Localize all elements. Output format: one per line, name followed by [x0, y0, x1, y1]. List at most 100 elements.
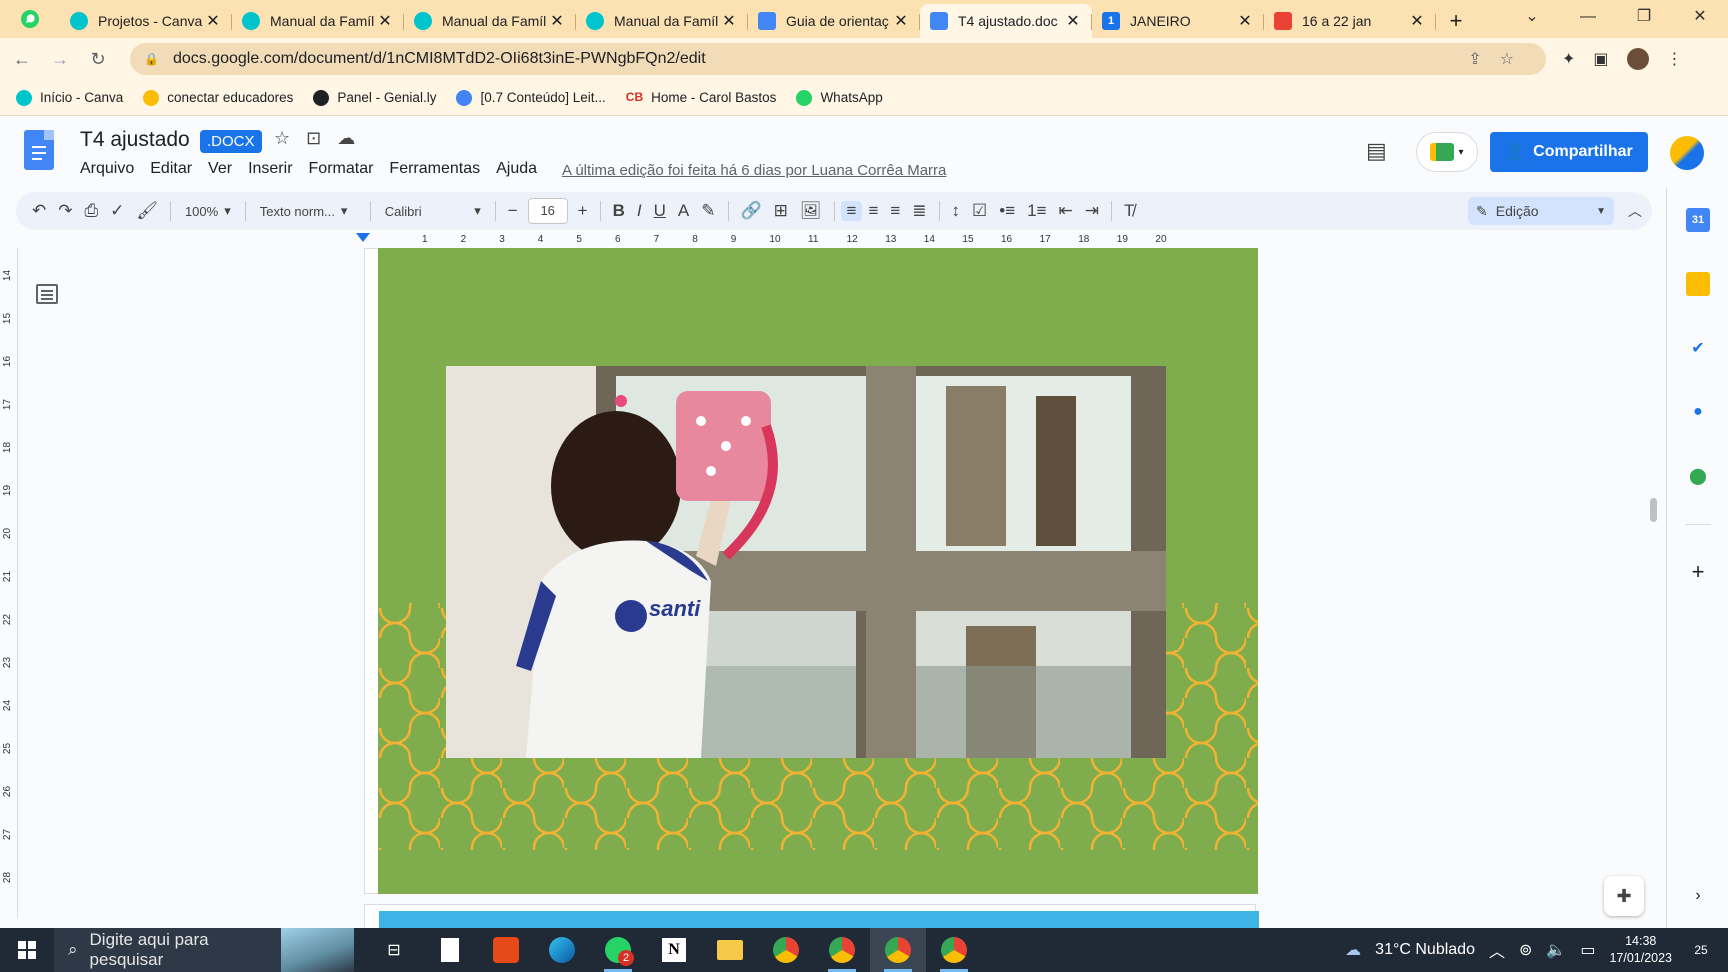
- lock-icon[interactable]: 🔒: [144, 52, 159, 66]
- browser-tab[interactable]: T4 ajustado.doc ✕: [920, 4, 1092, 38]
- paint-format-icon[interactable]: 🖌: [130, 201, 164, 221]
- back-button[interactable]: ←: [6, 43, 38, 75]
- reload-button[interactable]: ↻: [82, 43, 114, 75]
- chrome-icon[interactable]: [758, 928, 814, 972]
- menu-item[interactable]: Editar: [142, 160, 200, 178]
- align-center-icon[interactable]: ≡: [862, 201, 884, 221]
- close-tab-icon[interactable]: ✕: [892, 11, 910, 31]
- menu-item[interactable]: Arquivo: [72, 160, 142, 178]
- align-right-icon[interactable]: ≡: [884, 201, 906, 221]
- comments-icon[interactable]: ▤: [1366, 138, 1387, 164]
- close-tab-icon[interactable]: ✕: [204, 11, 222, 31]
- print-icon[interactable]: ⎙: [79, 201, 105, 221]
- insert-image-icon[interactable]: 🖼: [794, 201, 828, 221]
- share-page-icon[interactable]: ⇪: [1468, 51, 1499, 68]
- bookmark-item[interactable]: Panel - Genial.ly: [313, 89, 436, 106]
- bold-icon[interactable]: B: [607, 201, 631, 221]
- increase-indent-icon[interactable]: ⇥: [1079, 201, 1105, 221]
- cloud-status-icon[interactable]: ☁: [337, 128, 355, 149]
- editing-mode-select[interactable]: ✎ Edição ▼: [1468, 197, 1614, 225]
- office-icon[interactable]: [478, 928, 534, 972]
- bookmark-star-icon[interactable]: ☆: [1500, 51, 1532, 68]
- bulleted-list-icon[interactable]: •≡: [993, 201, 1021, 221]
- italic-icon[interactable]: I: [631, 201, 648, 221]
- minimize-button[interactable]: —: [1560, 0, 1616, 34]
- hide-menus-icon[interactable]: ︿: [1628, 201, 1642, 221]
- font-select[interactable]: Calibri ▾: [377, 203, 489, 219]
- expand-panel-icon[interactable]: ›: [1686, 884, 1710, 908]
- decrease-indent-icon[interactable]: ⇤: [1053, 201, 1079, 221]
- document-outline-icon[interactable]: [36, 284, 58, 304]
- bookmark-item[interactable]: Início - Canva: [16, 89, 123, 106]
- close-window-button[interactable]: ✕: [1672, 0, 1728, 34]
- highlight-icon[interactable]: ✎: [695, 201, 721, 221]
- add-addon-icon[interactable]: +: [1686, 559, 1710, 584]
- font-size-input[interactable]: 16: [527, 198, 568, 224]
- close-tab-icon[interactable]: ✕: [1236, 11, 1254, 31]
- address-bar[interactable]: 🔒 docs.google.com/document/d/1nCMI8MTdD2…: [130, 43, 1546, 75]
- underline-icon[interactable]: U: [648, 201, 672, 221]
- file-explorer-icon[interactable]: [702, 928, 758, 972]
- battery-icon[interactable]: ▭: [1580, 940, 1595, 960]
- docs-logo-icon[interactable]: [24, 130, 54, 170]
- star-icon[interactable]: ☆: [274, 128, 290, 149]
- weather-text[interactable]: 31°C Nublado: [1375, 941, 1475, 959]
- pinned-tab-whatsapp[interactable]: [0, 0, 60, 38]
- clock[interactable]: 14:38 17/01/2023: [1609, 933, 1672, 967]
- spellcheck-icon[interactable]: ✓: [104, 201, 130, 221]
- edge-icon[interactable]: [534, 928, 590, 972]
- volume-icon[interactable]: 🔈: [1546, 940, 1566, 960]
- clear-formatting-icon[interactable]: T̸: [1118, 201, 1140, 221]
- close-tab-icon[interactable]: ✕: [548, 11, 566, 31]
- browser-tab[interactable]: Projetos - Canva ✕: [60, 4, 232, 38]
- browser-tab[interactable]: Guia de orientaç ✕: [748, 4, 920, 38]
- tray-chevron-icon[interactable]: ︿: [1489, 938, 1505, 962]
- menu-item[interactable]: Inserir: [240, 160, 300, 178]
- chrome-profile-icon[interactable]: [814, 928, 870, 972]
- explore-button[interactable]: ✚: [1604, 876, 1644, 916]
- bookmark-item[interactable]: CB Home - Carol Bastos: [626, 90, 777, 106]
- style-select[interactable]: Texto norm... ▾: [252, 203, 364, 219]
- text-color-icon[interactable]: A: [672, 201, 695, 221]
- link-icon[interactable]: 🔗: [735, 201, 768, 221]
- task-view-icon[interactable]: ⊟: [366, 928, 422, 972]
- extensions-icon[interactable]: ✦: [1562, 49, 1575, 69]
- justify-icon[interactable]: ≣: [906, 201, 932, 221]
- checklist-icon[interactable]: ☑: [966, 201, 993, 221]
- calendar-icon[interactable]: 31: [1686, 208, 1710, 232]
- photo-child-at-window[interactable]: santi: [446, 366, 1166, 758]
- whatsapp-taskbar-icon[interactable]: 2: [590, 928, 646, 972]
- url-text[interactable]: docs.google.com/document/d/1nCMI8MTdD2-O…: [173, 50, 1468, 68]
- cloud-weather-icon[interactable]: ☁: [1345, 940, 1361, 960]
- contacts-icon[interactable]: ●: [1686, 400, 1710, 424]
- browser-tab[interactable]: 16 a 22 jan ✕: [1264, 4, 1436, 38]
- keep-icon[interactable]: [1686, 272, 1710, 296]
- document-title[interactable]: T4 ajustado: [80, 128, 190, 152]
- restore-button[interactable]: ❐: [1616, 0, 1672, 34]
- notion-icon[interactable]: N: [646, 928, 702, 972]
- side-panel-icon[interactable]: ▣: [1593, 49, 1608, 69]
- tasks-icon[interactable]: ✔: [1686, 336, 1710, 360]
- chrome-window-icon[interactable]: [926, 928, 982, 972]
- browser-tab[interactable]: 1 JANEIRO ✕: [1092, 4, 1264, 38]
- increase-font-size-button[interactable]: +: [572, 201, 594, 221]
- taskbar-search[interactable]: ⌕ Digite aqui para pesquisar: [54, 928, 354, 972]
- line-spacing-icon[interactable]: ↕: [946, 201, 967, 221]
- file-icon[interactable]: [422, 928, 478, 972]
- zoom-select[interactable]: 100% ▾: [177, 203, 239, 219]
- forward-button[interactable]: →: [44, 43, 76, 75]
- close-tab-icon[interactable]: ✕: [1408, 11, 1426, 31]
- decrease-font-size-button[interactable]: −: [502, 201, 524, 221]
- start-button[interactable]: [0, 941, 54, 959]
- share-button[interactable]: 👤 Compartilhar: [1490, 132, 1648, 172]
- redo-icon[interactable]: ↷: [52, 201, 78, 221]
- menu-item[interactable]: Ferramentas: [381, 160, 488, 178]
- new-tab-button[interactable]: +: [1436, 4, 1476, 38]
- vertical-scrollbar[interactable]: [1650, 498, 1657, 522]
- maps-icon[interactable]: ⬤: [1686, 464, 1710, 488]
- profile-avatar[interactable]: [1626, 48, 1649, 70]
- numbered-list-icon[interactable]: 1≡: [1021, 201, 1052, 221]
- close-tab-icon[interactable]: ✕: [1064, 11, 1082, 31]
- browser-tab[interactable]: Manual da Famíl ✕: [404, 4, 576, 38]
- tab-search-icon[interactable]: ⌄: [1504, 0, 1560, 34]
